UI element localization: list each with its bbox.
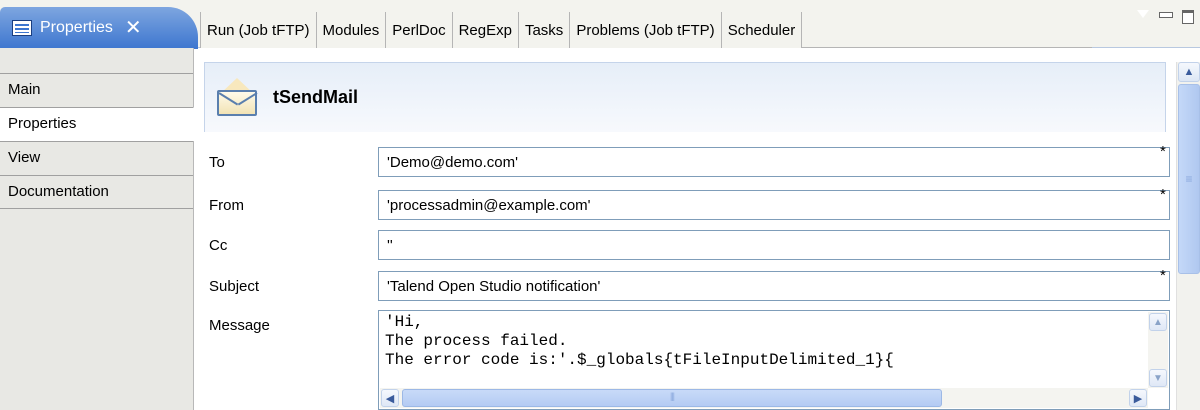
sidebar-item-main[interactable]: Main — [0, 73, 193, 107]
panel-vertical-scrollbar[interactable]: ▲ — [1176, 62, 1200, 410]
cc-row: Cc '' — [195, 228, 1175, 262]
sidebar: Main Properties View Documentation — [0, 48, 194, 410]
tab-problems[interactable]: Problems (Job tFTP) — [570, 12, 722, 48]
required-marker: * — [1160, 143, 1166, 160]
message-vertical-scrollbar[interactable]: ▲ ▼ — [1148, 312, 1168, 388]
required-marker: * — [1160, 186, 1166, 203]
sidebar-item-properties[interactable]: Properties — [0, 107, 194, 141]
tab-regexp[interactable]: RegExp — [452, 12, 519, 48]
view-controls — [1136, 9, 1194, 24]
message-label: Message — [209, 316, 270, 334]
message-textarea[interactable]: 'Hi, The process failed. The error code … — [378, 310, 1170, 410]
component-title: tSendMail — [273, 87, 359, 107]
to-row: To 'Demo@demo.com' * — [195, 143, 1175, 179]
properties-icon — [12, 20, 32, 36]
panel-scroll-up-icon[interactable]: ▲ — [1178, 62, 1200, 82]
tab-perldoc[interactable]: PerlDoc — [386, 12, 453, 48]
minimize-icon[interactable] — [1159, 12, 1173, 18]
scroll-left-icon[interactable]: ◀ — [381, 389, 399, 407]
tab-run[interactable]: Run (Job tFTP) — [200, 12, 317, 48]
maximize-icon[interactable] — [1182, 10, 1194, 24]
from-field[interactable]: 'processadmin@example.com' — [378, 190, 1170, 220]
to-field[interactable]: 'Demo@demo.com' — [378, 147, 1170, 177]
cc-label: Cc — [209, 236, 228, 254]
scroll-right-icon[interactable]: ▶ — [1129, 389, 1147, 407]
subject-row: Subject 'Talend Open Studio notification… — [195, 267, 1175, 303]
tab-bar-filler — [802, 12, 1093, 48]
envelope-icon — [215, 77, 261, 118]
tab-list: Run (Job tFTP) Modules PerlDoc RegExp Ta… — [200, 12, 1093, 48]
subject-label: Subject — [209, 277, 260, 295]
close-icon[interactable]: ✕ — [125, 18, 142, 38]
view-menu-icon[interactable] — [1136, 9, 1150, 20]
required-marker: * — [1160, 267, 1166, 284]
message-text[interactable]: 'Hi, The process failed. The error code … — [385, 313, 1135, 385]
message-horizontal-scrollbar[interactable]: ◀ ▶ — [380, 388, 1148, 408]
cc-field[interactable]: '' — [378, 230, 1170, 260]
scroll-down-icon[interactable]: ▼ — [1149, 369, 1167, 387]
sidebar-item-documentation[interactable]: Documentation — [0, 175, 193, 209]
to-label: To — [209, 153, 225, 171]
view-tab-bar: Properties ✕ Run (Job tFTP) Modules Perl… — [0, 0, 1200, 49]
tab-tasks[interactable]: Tasks — [518, 12, 571, 48]
subject-field[interactable]: 'Talend Open Studio notification' — [378, 271, 1170, 301]
tab-properties-label: Properties — [40, 19, 113, 36]
tab-modules[interactable]: Modules — [316, 12, 387, 48]
from-label: From — [209, 196, 244, 214]
from-row: From 'processadmin@example.com' * — [195, 186, 1175, 222]
sidebar-item-view[interactable]: View — [0, 141, 193, 175]
tab-scheduler[interactable]: Scheduler — [721, 12, 803, 48]
component-header: tSendMail — [204, 62, 1166, 132]
horizontal-scroll-thumb[interactable] — [402, 389, 942, 407]
tab-properties[interactable]: Properties ✕ — [0, 7, 198, 49]
scroll-up-icon[interactable]: ▲ — [1149, 313, 1167, 331]
properties-panel: tSendMail To 'Demo@demo.com' * From 'pro… — [195, 48, 1200, 410]
panel-scroll-thumb[interactable] — [1178, 84, 1200, 274]
